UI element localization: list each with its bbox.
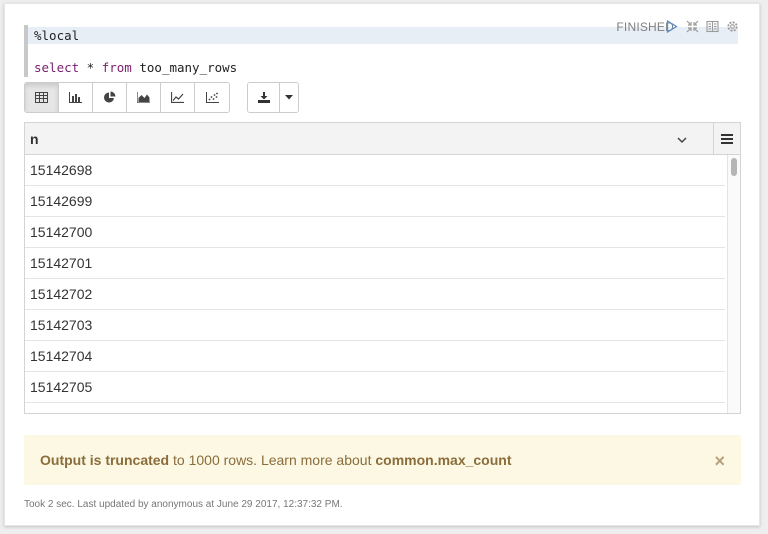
download-menu-button[interactable]	[280, 83, 298, 112]
collapse-icon[interactable]	[684, 18, 700, 34]
line-chart-button[interactable]	[161, 83, 195, 112]
table-scrollbar[interactable]	[727, 155, 740, 413]
book-icon[interactable]	[704, 18, 720, 34]
scatter-chart-icon	[205, 92, 219, 103]
sql-table-name: too_many_rows	[131, 60, 238, 75]
table-row[interactable]: 15142705	[25, 372, 725, 403]
table-row[interactable]: 15142703	[25, 310, 725, 341]
bar-chart-button[interactable]	[59, 83, 93, 112]
column-header-n[interactable]: n	[30, 131, 39, 147]
pie-chart-icon	[104, 91, 116, 103]
scatter-chart-button[interactable]	[195, 83, 229, 112]
chart-type-toolbar	[24, 82, 230, 113]
table-row[interactable]: 15142700	[25, 217, 725, 248]
code-line-2[interactable]: select * from too_many_rows	[34, 59, 237, 76]
table-header: n	[25, 123, 740, 155]
table-row[interactable]: 15142698	[25, 155, 725, 186]
table-row[interactable]: 15142701	[25, 248, 725, 279]
gear-icon[interactable]	[724, 18, 740, 34]
line-chart-icon	[171, 92, 184, 103]
close-icon[interactable]: ×	[714, 435, 725, 487]
table-row[interactable]: 15142704	[25, 341, 725, 372]
download-icon	[257, 92, 270, 103]
table-row[interactable]: 15142699	[25, 186, 725, 217]
notebook-paragraph: %local select * from too_many_rows FINIS…	[4, 3, 760, 526]
download-button[interactable]	[248, 83, 280, 112]
sql-keyword-select: select	[34, 60, 80, 75]
chevron-down-icon[interactable]	[677, 131, 687, 149]
caret-down-icon	[285, 95, 293, 100]
paragraph-footer: Took 2 sec. Last updated by anonymous at…	[24, 499, 343, 510]
sql-keyword-from: from	[101, 60, 132, 75]
table-icon	[35, 92, 48, 103]
pie-chart-button[interactable]	[93, 83, 127, 112]
notice-config-key[interactable]: common.max_count	[375, 452, 511, 468]
result-table: n 15142698 15142699 15142700 15142701 151427…	[24, 122, 741, 414]
table-body: 15142698 15142699 15142700 15142701 15142702…	[25, 155, 725, 403]
notice-bold-prefix: Output is truncated	[40, 452, 170, 468]
scrollbar-thumb[interactable]	[731, 158, 737, 176]
table-row[interactable]: 15142702	[25, 279, 725, 310]
download-toolbar	[247, 82, 299, 113]
sql-operator: *	[79, 60, 102, 75]
run-icon[interactable]	[664, 18, 680, 34]
area-chart-icon	[137, 92, 150, 103]
table-view-button[interactable]	[25, 83, 59, 112]
notice-text: to 1000 rows. Learn more about	[169, 452, 376, 468]
bar-chart-icon	[69, 92, 82, 103]
truncation-notice: Output is truncated to 1000 rows. Learn …	[24, 435, 741, 485]
area-chart-button[interactable]	[127, 83, 161, 112]
hamburger-menu-icon[interactable]	[713, 123, 740, 155]
